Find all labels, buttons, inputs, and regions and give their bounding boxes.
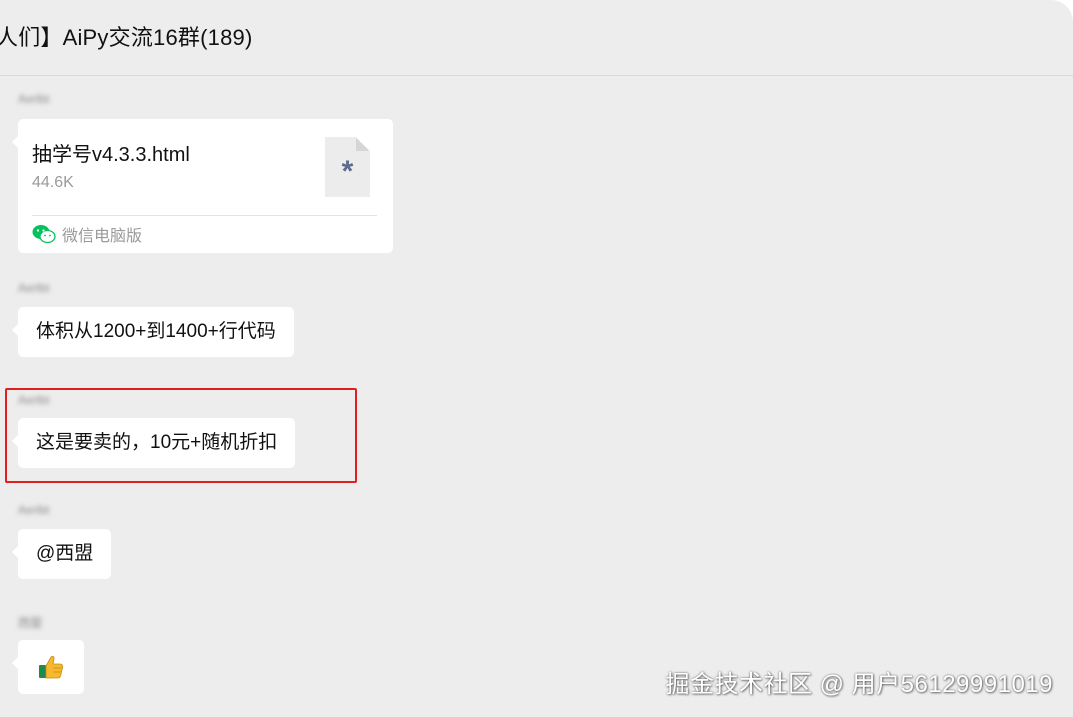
thumbs-up-icon xyxy=(39,655,64,679)
red-highlight-box xyxy=(5,388,357,483)
file-source: 微信电脑版 xyxy=(32,223,142,245)
file-message-card[interactable]: 抽学号v4.3.3.html 44.6K * 微信电脑版 xyxy=(12,119,393,253)
chat-title[interactable]: 人们】AiPy交流16群(189) xyxy=(0,20,252,52)
chat-header: 人们】AiPy交流16群(189) xyxy=(0,0,1073,76)
chat-window: 人们】AiPy交流16群(189) Aerlbt 抽学号v4.3.3.html … xyxy=(0,0,1073,717)
message-sender-name: Aerlbt xyxy=(18,92,50,106)
text-message-bubble[interactable]: @西盟 xyxy=(11,529,112,579)
file-unknown-icon: * xyxy=(325,137,370,197)
message-sender-name: Aerlbt xyxy=(18,281,50,295)
file-name: 抽学号v4.3.3.html xyxy=(32,144,190,166)
text-message-bubble[interactable]: 体积从1200+到1400+行代码 xyxy=(12,307,294,357)
message-sender-name: Aerlbt xyxy=(18,503,50,517)
message-list[interactable]: Aerlbt 抽学号v4.3.3.html 44.6K * 微信电脑版 Aerl… xyxy=(0,77,1073,717)
watermark: 掘金技术社区 @ 用户56129991019 xyxy=(665,671,1053,698)
emoji-message-bubble[interactable] xyxy=(12,640,84,694)
wechat-icon xyxy=(32,225,56,244)
file-card-divider xyxy=(32,215,377,216)
message-sender-name: 西盟 xyxy=(18,616,43,630)
file-size: 44.6K xyxy=(32,174,74,191)
file-source-label: 微信电脑版 xyxy=(62,228,143,245)
